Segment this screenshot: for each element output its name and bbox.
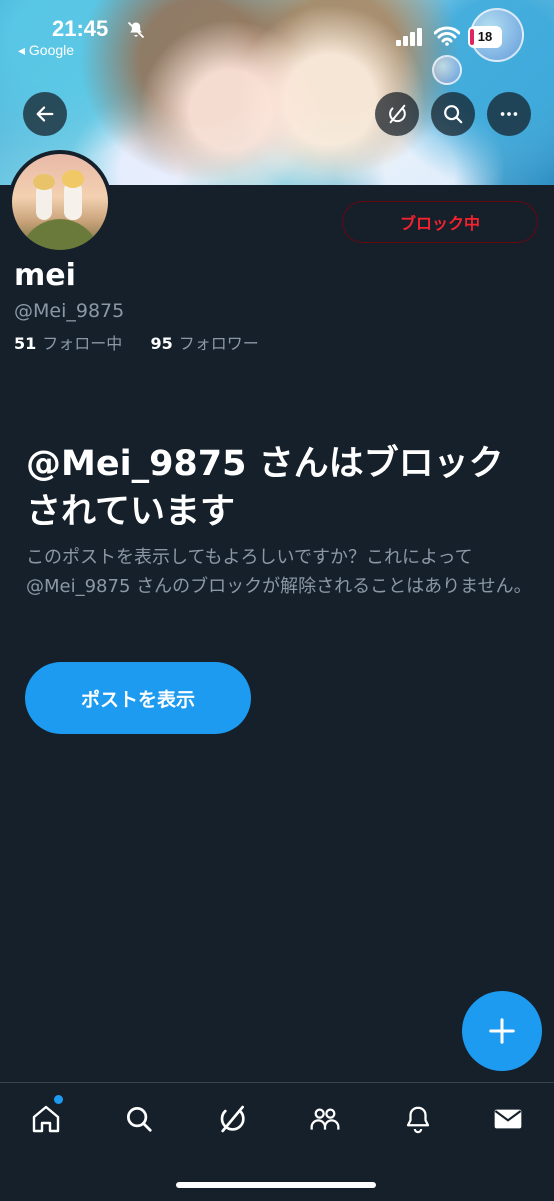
compose-button[interactable] bbox=[462, 991, 542, 1071]
notifications-icon bbox=[406, 1106, 430, 1134]
tab-grok[interactable] bbox=[214, 1101, 250, 1137]
blocked-button[interactable]: ブロック中 bbox=[342, 201, 538, 243]
tab-messages[interactable] bbox=[490, 1101, 526, 1137]
back-button[interactable] bbox=[23, 92, 67, 136]
plus-icon bbox=[489, 1018, 515, 1044]
follow-stats: 51 フォロー中 95 フォロワー bbox=[14, 330, 259, 354]
signal-icon bbox=[396, 28, 422, 46]
grok-icon bbox=[220, 1105, 245, 1133]
more-button[interactable] bbox=[487, 92, 531, 136]
search-button[interactable] bbox=[431, 92, 475, 136]
profile-name: mei bbox=[14, 258, 76, 293]
avatar-figure-hair bbox=[33, 174, 55, 190]
tab-notifications[interactable] bbox=[400, 1101, 436, 1137]
search-icon bbox=[127, 1107, 152, 1132]
home-indicator bbox=[176, 1182, 376, 1188]
battery-indicator: 18 bbox=[468, 26, 502, 48]
blocked-description: このポストを表示してもよろしいですか？これによって@Mei_9875 さんのブロ… bbox=[26, 547, 532, 597]
grok-icon bbox=[389, 104, 406, 124]
back-arrow-icon bbox=[36, 106, 54, 122]
show-posts-button[interactable]: ポストを表示 bbox=[25, 662, 251, 734]
communities-icon bbox=[310, 1108, 340, 1130]
followers-link[interactable]: 95 フォロワー bbox=[150, 334, 258, 353]
followers-count: 95 bbox=[150, 334, 173, 353]
avatar[interactable] bbox=[8, 150, 112, 254]
more-icon bbox=[500, 112, 518, 116]
followers-label: フォロワー bbox=[178, 334, 259, 353]
bell-off-icon bbox=[127, 21, 145, 39]
avatar-figure-hair bbox=[62, 170, 84, 188]
wifi-icon bbox=[434, 26, 460, 46]
following-label: フォロー中 bbox=[42, 334, 123, 353]
blocked-title: @Mei_9875 さんはブロックされています bbox=[26, 444, 504, 532]
grok-button[interactable] bbox=[375, 92, 419, 136]
following-link[interactable]: 51 フォロー中 bbox=[14, 334, 122, 353]
tab-search[interactable] bbox=[121, 1101, 157, 1137]
tab-communities[interactable] bbox=[307, 1101, 343, 1137]
home-notification-dot bbox=[54, 1095, 63, 1104]
tab-home[interactable] bbox=[28, 1101, 64, 1137]
home-icon bbox=[32, 1105, 60, 1133]
back-to-app-link[interactable]: ◂ Google bbox=[18, 42, 74, 59]
status-time: 21:45 bbox=[52, 16, 109, 41]
status-bar: 21:45 ◂ Google 18 bbox=[0, 0, 554, 60]
profile-handle: @Mei_9875 bbox=[14, 300, 125, 322]
search-icon bbox=[444, 105, 463, 124]
following-count: 51 bbox=[14, 334, 37, 353]
messages-icon bbox=[494, 1109, 522, 1129]
